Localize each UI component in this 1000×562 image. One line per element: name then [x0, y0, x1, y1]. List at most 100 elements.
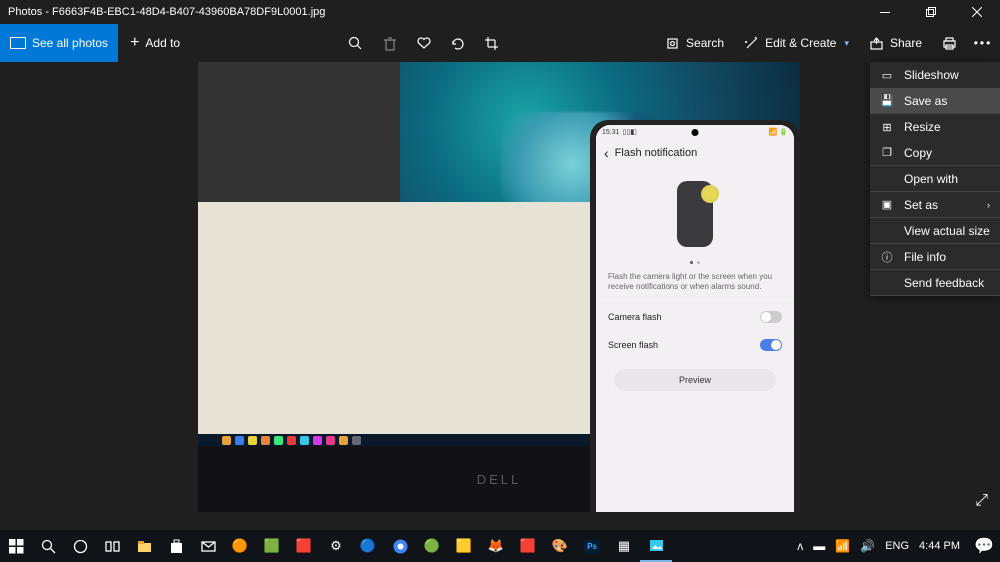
- taskbar-app-6[interactable]: 🟨: [448, 530, 480, 562]
- taskbar-app-1[interactable]: 🟠: [224, 530, 256, 562]
- fileinfo-label: File info: [904, 250, 946, 264]
- start-button[interactable]: [0, 530, 32, 562]
- taskbar-app-2[interactable]: 🟩: [256, 530, 288, 562]
- minimize-button[interactable]: [862, 0, 908, 24]
- phone-header: ‹ Flash notification: [596, 139, 794, 167]
- copy-label: Copy: [904, 146, 932, 160]
- volume-icon[interactable]: 🔊: [860, 539, 875, 553]
- chevron-down-icon: ▾: [844, 38, 849, 49]
- camera-flash-label: Camera flash: [608, 312, 760, 322]
- edit-create-button[interactable]: Edit & Create ▾: [734, 24, 859, 62]
- more-button[interactable]: •••: [966, 24, 1000, 62]
- search-icon: [665, 36, 680, 51]
- edge-button[interactable]: 🟢: [416, 530, 448, 562]
- resize-label: Resize: [904, 120, 941, 134]
- add-to-button[interactable]: + Add to: [118, 34, 192, 52]
- slideshow-label: Slideshow: [904, 68, 959, 82]
- screen-flash-toggle[interactable]: [760, 339, 782, 351]
- menu-save-as[interactable]: 💾 Save as: [870, 88, 1000, 114]
- phone-header-title: Flash notification: [615, 147, 698, 159]
- openwith-label: Open with: [904, 172, 958, 186]
- crop-button[interactable]: [475, 24, 509, 62]
- phone-time: 15:31: [602, 129, 620, 136]
- page-dots: [596, 257, 794, 268]
- menu-file-info[interactable]: ⓘ File info: [870, 244, 1000, 270]
- rotate-button[interactable]: [441, 24, 475, 62]
- monitor-brand: DELL: [477, 472, 522, 487]
- cortana-button[interactable]: [64, 530, 96, 562]
- app-toolbar: See all photos + Add to Search Edit & Cr…: [0, 24, 1000, 62]
- windows-taskbar: 🟠 🟩 🟥 ⚙ 🔵 🟢 🟨 🦊 🟥 🎨 Ps ▦ ʌ ▬ 📶 🔊 ENG 4:4…: [0, 530, 1000, 562]
- plus-icon: +: [130, 34, 139, 52]
- menu-resize[interactable]: ⊞ Resize: [870, 114, 1000, 140]
- phone-description: Flash the camera light or the screen whe…: [596, 268, 794, 303]
- taskbar-app-7[interactable]: 🟥: [512, 530, 544, 562]
- chevron-right-icon: ›: [987, 200, 990, 210]
- camera-flash-toggle[interactable]: [760, 311, 782, 323]
- photo-content[interactable]: F31 PM DELL 15:31 ▯▯◧ 📶 🔋 ‹ Flash notifi…: [198, 62, 800, 512]
- zoom-button[interactable]: [339, 24, 373, 62]
- camera-flash-row[interactable]: Camera flash: [596, 303, 794, 331]
- delete-button[interactable]: [373, 24, 407, 62]
- print-button[interactable]: [932, 24, 966, 62]
- preview-label: Preview: [679, 375, 711, 385]
- photoshop-button[interactable]: Ps: [576, 530, 608, 562]
- menu-open-with[interactable]: Open with: [870, 166, 1000, 192]
- taskbar-search-button[interactable]: [32, 530, 64, 562]
- share-icon: [869, 36, 884, 51]
- menu-view-actual-size[interactable]: View actual size: [870, 218, 1000, 244]
- copy-icon: ❐: [880, 146, 894, 160]
- close-button[interactable]: [954, 0, 1000, 24]
- setas-label: Set as: [904, 198, 977, 212]
- window-title: Photos - F6663F4B-EBC1-48D4-B407-43960BA…: [0, 6, 862, 18]
- screen-flash-row[interactable]: Screen flash: [596, 331, 794, 359]
- tray-up-icon[interactable]: ʌ: [797, 539, 803, 553]
- store-button[interactable]: [160, 530, 192, 562]
- editcreate-label: Edit & Create: [765, 36, 836, 50]
- mail-button[interactable]: [192, 530, 224, 562]
- action-center-button[interactable]: 💬: [968, 530, 1000, 562]
- share-label: Share: [890, 36, 922, 50]
- picture-icon: ▣: [880, 198, 894, 212]
- language-indicator[interactable]: ENG: [885, 540, 909, 552]
- file-explorer-button[interactable]: [128, 530, 160, 562]
- taskbar-app-4[interactable]: ⚙: [320, 530, 352, 562]
- taskbar-app-5[interactable]: 🔵: [352, 530, 384, 562]
- photos-taskbar-button[interactable]: [640, 530, 672, 562]
- menu-send-feedback[interactable]: Send feedback: [870, 270, 1000, 296]
- info-icon: ⓘ: [880, 250, 894, 264]
- task-view-button[interactable]: [96, 530, 128, 562]
- share-button[interactable]: Share: [859, 24, 932, 62]
- taskbar-app-3[interactable]: 🟥: [288, 530, 320, 562]
- clock[interactable]: 4:44 PM: [919, 540, 960, 552]
- taskbar-app-9[interactable]: ▦: [608, 530, 640, 562]
- app-name: Photos: [8, 6, 42, 18]
- phone-screen: 15:31 ▯▯◧ 📶 🔋 ‹ Flash notification Flash…: [596, 125, 794, 512]
- menu-slideshow[interactable]: ▭ Slideshow: [870, 62, 1000, 88]
- phone-illustration: [596, 167, 794, 257]
- wifi-icon[interactable]: 📶: [835, 539, 850, 553]
- window-titlebar: Photos - F6663F4B-EBC1-48D4-B407-43960BA…: [0, 0, 1000, 24]
- viewactual-label: View actual size: [904, 224, 990, 238]
- feedback-label: Send feedback: [904, 276, 984, 290]
- phone-device: 15:31 ▯▯◧ 📶 🔋 ‹ Flash notification Flash…: [590, 120, 800, 512]
- menu-copy[interactable]: ❐ Copy: [870, 140, 1000, 166]
- see-all-photos-button[interactable]: See all photos: [0, 24, 118, 62]
- fullscreen-button[interactable]: ⤢: [975, 492, 988, 510]
- taskbar-app-8[interactable]: 🎨: [544, 530, 576, 562]
- saveas-label: Save as: [904, 94, 947, 108]
- search-button[interactable]: Search: [655, 24, 734, 62]
- system-tray[interactable]: ʌ ▬ 📶 🔊 ENG 4:44 PM: [797, 539, 968, 553]
- preview-button[interactable]: Preview: [614, 369, 776, 391]
- maximize-button[interactable]: [908, 0, 954, 24]
- menu-set-as[interactable]: ▣ Set as ›: [870, 192, 1000, 218]
- see-all-label: See all photos: [32, 36, 108, 50]
- monitor-blank-area: [198, 202, 590, 437]
- magic-icon: [744, 36, 759, 51]
- battery-icon[interactable]: ▬: [813, 539, 825, 553]
- chrome-button[interactable]: [384, 530, 416, 562]
- firefox-button[interactable]: 🦊: [480, 530, 512, 562]
- photo-icon: [10, 37, 26, 49]
- back-icon[interactable]: ‹: [604, 145, 609, 161]
- favorite-button[interactable]: [407, 24, 441, 62]
